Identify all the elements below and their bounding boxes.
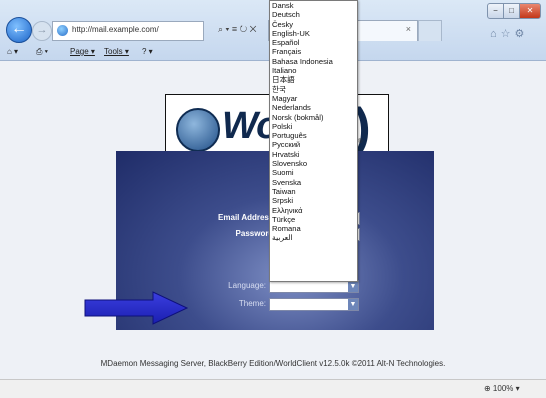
- new-tab-button[interactable]: [418, 20, 442, 41]
- language-option[interactable]: Magyar: [270, 94, 357, 103]
- chevron-down-icon[interactable]: ▼: [348, 281, 358, 292]
- address-bar[interactable]: http://mail.example.com/: [52, 21, 204, 41]
- language-option[interactable]: Česky: [270, 20, 357, 29]
- globe-icon: [57, 25, 68, 36]
- globe-logo-icon: [176, 108, 220, 152]
- theme-select[interactable]: ▼: [269, 298, 359, 311]
- language-option[interactable]: Português: [270, 131, 357, 140]
- language-option[interactable]: Hrvatski: [270, 150, 357, 159]
- forward-button[interactable]: →: [32, 21, 52, 41]
- logo-mark: ®: [358, 139, 363, 145]
- language-option[interactable]: Norsk (bokmål): [270, 113, 357, 122]
- password-label: Password:: [235, 229, 276, 238]
- language-option[interactable]: Italiano: [270, 66, 357, 75]
- language-option[interactable]: 한국: [270, 85, 357, 94]
- language-label: Language:: [228, 281, 266, 290]
- language-option[interactable]: Romana: [270, 224, 357, 233]
- tab-close-icon[interactable]: ×: [406, 24, 411, 34]
- back-button[interactable]: ←: [6, 17, 32, 43]
- footer-text: MDaemon Messaging Server, BlackBerry Edi…: [100, 359, 446, 368]
- language-option[interactable]: Ελληνικά: [270, 206, 357, 215]
- maximize-button[interactable]: □: [503, 3, 520, 19]
- status-bar: ⊕ 100% ▾: [0, 379, 546, 398]
- language-option[interactable]: Español: [270, 38, 357, 47]
- language-option[interactable]: Français: [270, 47, 357, 56]
- language-option[interactable]: Nederlands: [270, 103, 357, 112]
- language-option[interactable]: Bahasa Indonesia: [270, 57, 357, 66]
- language-option[interactable]: Suomi: [270, 168, 357, 177]
- print-menu[interactable]: ⎙ ▾: [36, 47, 48, 57]
- language-option[interactable]: Polski: [270, 122, 357, 131]
- tools-menu[interactable]: Tools ▾: [104, 47, 129, 56]
- chevron-down-icon[interactable]: ▼: [348, 299, 358, 310]
- language-option[interactable]: English-UK: [270, 29, 357, 38]
- language-option[interactable]: Slovensko: [270, 159, 357, 168]
- language-dropdown-list[interactable]: Dansk Deutsch Česky English-UK Español França…: [269, 0, 358, 282]
- language-option[interactable]: Türkçe: [270, 215, 357, 224]
- page-menu[interactable]: Page ▾: [70, 47, 95, 56]
- language-option[interactable]: Deutsch: [270, 10, 357, 19]
- language-option[interactable]: Svenska: [270, 178, 357, 187]
- close-window-button[interactable]: ✕: [519, 3, 541, 19]
- home-favorites-settings-icons[interactable]: ⌂☆⚙: [490, 27, 528, 40]
- language-option[interactable]: Srpski: [270, 196, 357, 205]
- home-menu[interactable]: ⌂ ▾: [7, 47, 18, 56]
- email-label: Email Address:: [218, 213, 276, 222]
- language-option[interactable]: العربية: [270, 233, 357, 242]
- language-option[interactable]: Русский: [270, 140, 357, 149]
- address-tools-icons[interactable]: ⌕ ▾ ≡ ↻ ✕: [218, 24, 257, 35]
- minimize-button[interactable]: −: [487, 3, 504, 19]
- language-option[interactable]: Dansk: [270, 1, 357, 10]
- language-option[interactable]: 日本語: [270, 75, 357, 84]
- arrow-annotation-icon: [84, 291, 189, 325]
- help-menu[interactable]: ? ▾: [142, 47, 153, 56]
- language-option[interactable]: Taiwan: [270, 187, 357, 196]
- zoom-control[interactable]: ⊕ 100% ▾: [484, 384, 520, 393]
- window-controls: − □ ✕: [487, 3, 541, 19]
- address-text[interactable]: http://mail.example.com/: [72, 25, 159, 34]
